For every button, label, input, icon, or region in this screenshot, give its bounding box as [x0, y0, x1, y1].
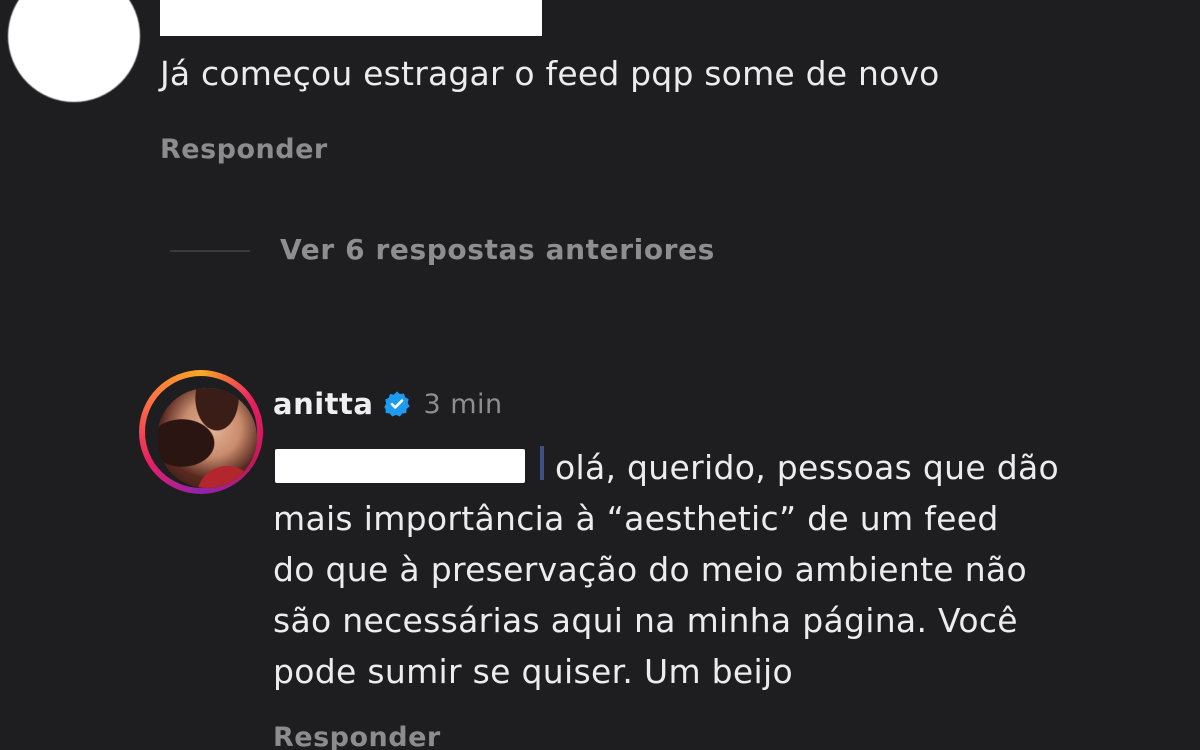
- reply-avatar[interactable]: [139, 370, 263, 494]
- reply-timestamp: 3 min: [423, 388, 503, 420]
- reply-text-line: são necessárias aqui na minha página. Vo…: [273, 601, 1018, 640]
- commenter-avatar[interactable]: [8, 0, 140, 102]
- reply-text-line: do que à preservação do meio ambiente nã…: [273, 550, 1027, 589]
- comments-screen: Já começou estragar o feed pqp some de n…: [0, 0, 1200, 750]
- reply-text: olá, querido, pessoas que dão mais impor…: [273, 442, 1188, 697]
- avatar-ring-gap: [145, 376, 257, 488]
- reply-button[interactable]: Responder: [273, 722, 441, 750]
- avatar-photo: [157, 388, 257, 488]
- reply-button[interactable]: Responder: [160, 134, 328, 165]
- comment-text: Já começou estragar o feed pqp some de n…: [160, 54, 940, 93]
- replies-divider-line: [170, 250, 250, 252]
- reply-username[interactable]: anitta: [273, 387, 373, 421]
- view-previous-replies-button[interactable]: Ver 6 respostas anteriores: [280, 233, 715, 266]
- reply-text-line: pode sumir se quiser. Um beijo: [273, 652, 793, 691]
- reply-header: anitta 3 min: [273, 382, 503, 426]
- redacted-username: [160, 0, 542, 36]
- verified-badge-icon: [384, 391, 411, 417]
- reply-text-line: mais importância à “aesthetic” de um fee…: [273, 499, 999, 538]
- reply-text-line: olá, querido, pessoas que dão: [555, 448, 1060, 487]
